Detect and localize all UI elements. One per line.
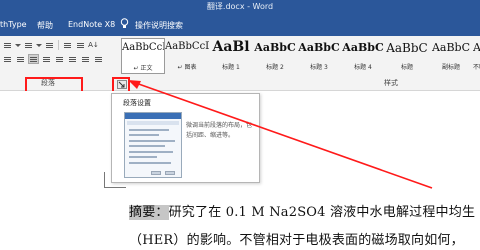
document-line-1[interactable]: 摘要：研究了在 0.1 M Na2SO4 溶液中水电解过程中均生: [129, 201, 475, 220]
margin-guide: [104, 172, 105, 188]
style-title[interactable]: AaBbC 标题: [385, 38, 429, 74]
decrease-indent-icon[interactable]: [62, 40, 73, 50]
align-center-icon[interactable]: [15, 54, 26, 64]
chevron-down-icon[interactable]: [36, 44, 42, 47]
lightbulb-icon: [120, 18, 129, 28]
paragraph-dialog-preview: [124, 112, 182, 178]
borders-icon[interactable]: [93, 54, 104, 64]
style-heading-1[interactable]: AaBl 标题 1: [209, 38, 253, 74]
line-spacing-icon[interactable]: [67, 54, 78, 64]
increase-indent-icon[interactable]: [75, 40, 86, 50]
align-justify-icon[interactable]: [28, 54, 39, 64]
tooltip-description: 微调当前段落的布局，包括间距、缩进等。: [186, 122, 253, 139]
ribbon-tab-bar: thType 帮助 EndNote X8 操作说明搜索: [0, 14, 480, 36]
styles-group-label: 样式: [384, 79, 398, 87]
line-text: 研究了在 0.1 M Na2SO4 溶液中水电解过程中均生: [168, 205, 476, 220]
document-line-2[interactable]: （HER）的影响。不管相对于电极表面的磁场取向如何，: [129, 229, 464, 248]
shading-icon[interactable]: [80, 54, 91, 64]
align-right-icon[interactable]: [41, 54, 52, 64]
margin-guide: [104, 187, 126, 188]
paragraph-controls: A↓: [0, 38, 120, 74]
tell-me-search[interactable]: 操作说明搜索: [135, 20, 183, 31]
style-subtle[interactable]: Aa 不明显: [473, 38, 480, 74]
style-heading-2[interactable]: AaBbC 标题 2: [253, 38, 297, 74]
style-heading-4[interactable]: AaBbC 标题 4: [341, 38, 385, 74]
title-bar: 翻译.docx - Word: [0, 0, 480, 14]
numbering-icon[interactable]: [23, 40, 34, 50]
bullets-icon[interactable]: [2, 40, 13, 50]
style-subtitle[interactable]: AaBbC 副标题: [429, 38, 473, 74]
styles-gallery: AaBbCcI ↵ 正文 AaBbCcD ↵ 图表 AaBl 标题 1 AaBb…: [121, 38, 480, 76]
divider: [58, 40, 59, 50]
align-left-icon[interactable]: [2, 54, 13, 64]
distributed-icon[interactable]: [54, 54, 65, 64]
sort-icon[interactable]: A↓: [88, 40, 99, 50]
tab-help[interactable]: 帮助: [37, 20, 53, 31]
style-figure[interactable]: AaBbCcD ↵ 图表: [165, 38, 209, 74]
tab-mathtype[interactable]: thType: [0, 20, 27, 29]
window-title: 翻译.docx - Word: [206, 2, 274, 11]
style-normal[interactable]: AaBbCcI ↵ 正文: [121, 38, 165, 74]
chevron-down-icon[interactable]: [15, 44, 21, 47]
style-heading-3[interactable]: AaBbC 标题 3: [297, 38, 341, 74]
multilevel-list-icon[interactable]: [44, 40, 55, 50]
highlighted-text: 摘要：: [129, 205, 169, 220]
tab-endnote[interactable]: EndNote X8: [68, 20, 115, 29]
tooltip-title: 段落设置: [123, 99, 151, 107]
paragraph-settings-tooltip: 段落设置 微调当前段落的布局，包括间距、缩进等。: [111, 93, 260, 183]
